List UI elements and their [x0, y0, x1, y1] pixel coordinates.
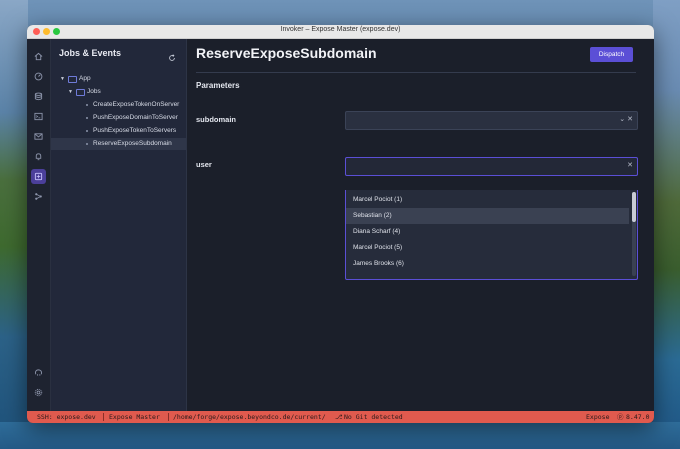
section-title: Parameters	[196, 81, 240, 90]
jobs-icon[interactable]	[31, 169, 46, 184]
job-detail-panel: ReserveExposeSubdomain Dispatch Paramete…	[187, 39, 654, 411]
panel-title: Jobs & Events	[59, 48, 122, 58]
flow-icon[interactable]	[31, 189, 46, 204]
caret-down-icon: ▼	[60, 76, 65, 82]
git-status: No Git detected	[344, 413, 403, 421]
project-status[interactable]: Expose Master	[109, 411, 160, 423]
terminal-icon[interactable]	[31, 109, 46, 124]
desktop-wallpaper-bottom	[0, 422, 680, 449]
tree-item-app[interactable]: ▼ App	[51, 73, 186, 85]
user-options-dropdown: Marcel Pociot (1) Sebastian (2) Diana Sc…	[345, 190, 638, 280]
bullet-icon	[86, 117, 88, 119]
app-window: Invoker – Expose Master (expose.dev) Job…	[27, 25, 654, 423]
clear-icon[interactable]: ✕	[627, 161, 633, 169]
dropdown-scrollbar[interactable]	[632, 192, 636, 276]
desktop-wallpaper-right	[653, 0, 680, 449]
tree-item-job[interactable]: CreateExposeTokenOnServer	[51, 99, 186, 111]
git-icon: ⎇	[335, 413, 343, 421]
user-option-highlighted[interactable]: Sebastian (2)	[346, 208, 629, 224]
divider	[196, 72, 636, 73]
settings-icon[interactable]	[31, 385, 46, 400]
title-bar: Invoker – Expose Master (expose.dev)	[27, 25, 654, 39]
subdomain-select[interactable]: ⌄ ✕	[345, 111, 638, 130]
caret-down-icon: ▼	[68, 89, 73, 95]
elephant-icon[interactable]	[31, 365, 46, 380]
user-option[interactable]: Diana Scharf (4)	[346, 224, 629, 240]
scrollbar-thumb[interactable]	[632, 192, 636, 222]
database-icon[interactable]	[31, 89, 46, 104]
jobs-tree-panel: Jobs & Events ▼ App ▼ Jobs CreateExposeT…	[51, 39, 187, 411]
dispatch-button[interactable]: Dispatch	[590, 47, 633, 62]
tree-item-job[interactable]: PushExposeDomainToServer	[51, 112, 186, 124]
gauge-icon[interactable]	[31, 69, 46, 84]
user-select[interactable]: ✕	[345, 157, 638, 176]
icon-rail	[27, 39, 51, 411]
path-status: /home/forge/expose.beyondco.de/current/	[173, 413, 326, 421]
field-label-user: user	[196, 160, 212, 169]
bell-icon[interactable]	[31, 149, 46, 164]
tree-item-label: PushExposeDomainToServer	[93, 114, 178, 121]
bullet-icon	[86, 143, 88, 145]
tree-item-label: App	[79, 75, 91, 82]
page-title: ReserveExposeSubdomain	[196, 45, 377, 61]
refresh-icon[interactable]	[168, 49, 176, 61]
user-option[interactable]: Marcel Pociot (5)	[346, 240, 629, 256]
tree-item-label: ReserveExposeSubdomain	[93, 140, 172, 147]
window-title: Invoker – Expose Master (expose.dev)	[280, 26, 401, 33]
home-icon[interactable]	[31, 49, 46, 64]
bullet-icon	[86, 104, 88, 106]
user-option[interactable]: James Brooks (6)	[346, 256, 629, 272]
separator	[103, 413, 104, 421]
status-bar: SSH: expose.dev Expose Master /home/forg…	[27, 411, 654, 423]
tree-item-label: Jobs	[87, 88, 101, 95]
app-status: Expose	[586, 413, 610, 421]
chevron-down-icon[interactable]: ⌄	[619, 116, 625, 123]
folder-icon	[76, 89, 85, 96]
desktop-wallpaper-left	[0, 0, 28, 449]
php-icon: ⓟ	[617, 413, 624, 421]
select-controls: ⌄ ✕	[619, 115, 633, 123]
folder-icon	[68, 76, 77, 83]
version-status: 8.47.0	[626, 413, 650, 421]
tree-item-label: CreateExposeTokenOnServer	[93, 101, 180, 108]
tree-item-jobs[interactable]: ▼ Jobs	[51, 86, 186, 98]
bullet-icon	[86, 130, 88, 132]
tree-item-job-selected[interactable]: ReserveExposeSubdomain	[51, 138, 186, 150]
ssh-status[interactable]: SSH: expose.dev	[37, 411, 96, 423]
field-label-subdomain: subdomain	[196, 115, 237, 124]
separator	[168, 413, 169, 421]
user-option[interactable]: Marcel Pociot (1)	[346, 192, 629, 208]
tree-item-label: PushExposeTokenToServers	[93, 127, 177, 134]
mail-icon[interactable]	[31, 129, 46, 144]
clear-icon[interactable]: ✕	[627, 116, 633, 123]
tree-item-job[interactable]: PushExposeTokenToServers	[51, 125, 186, 137]
